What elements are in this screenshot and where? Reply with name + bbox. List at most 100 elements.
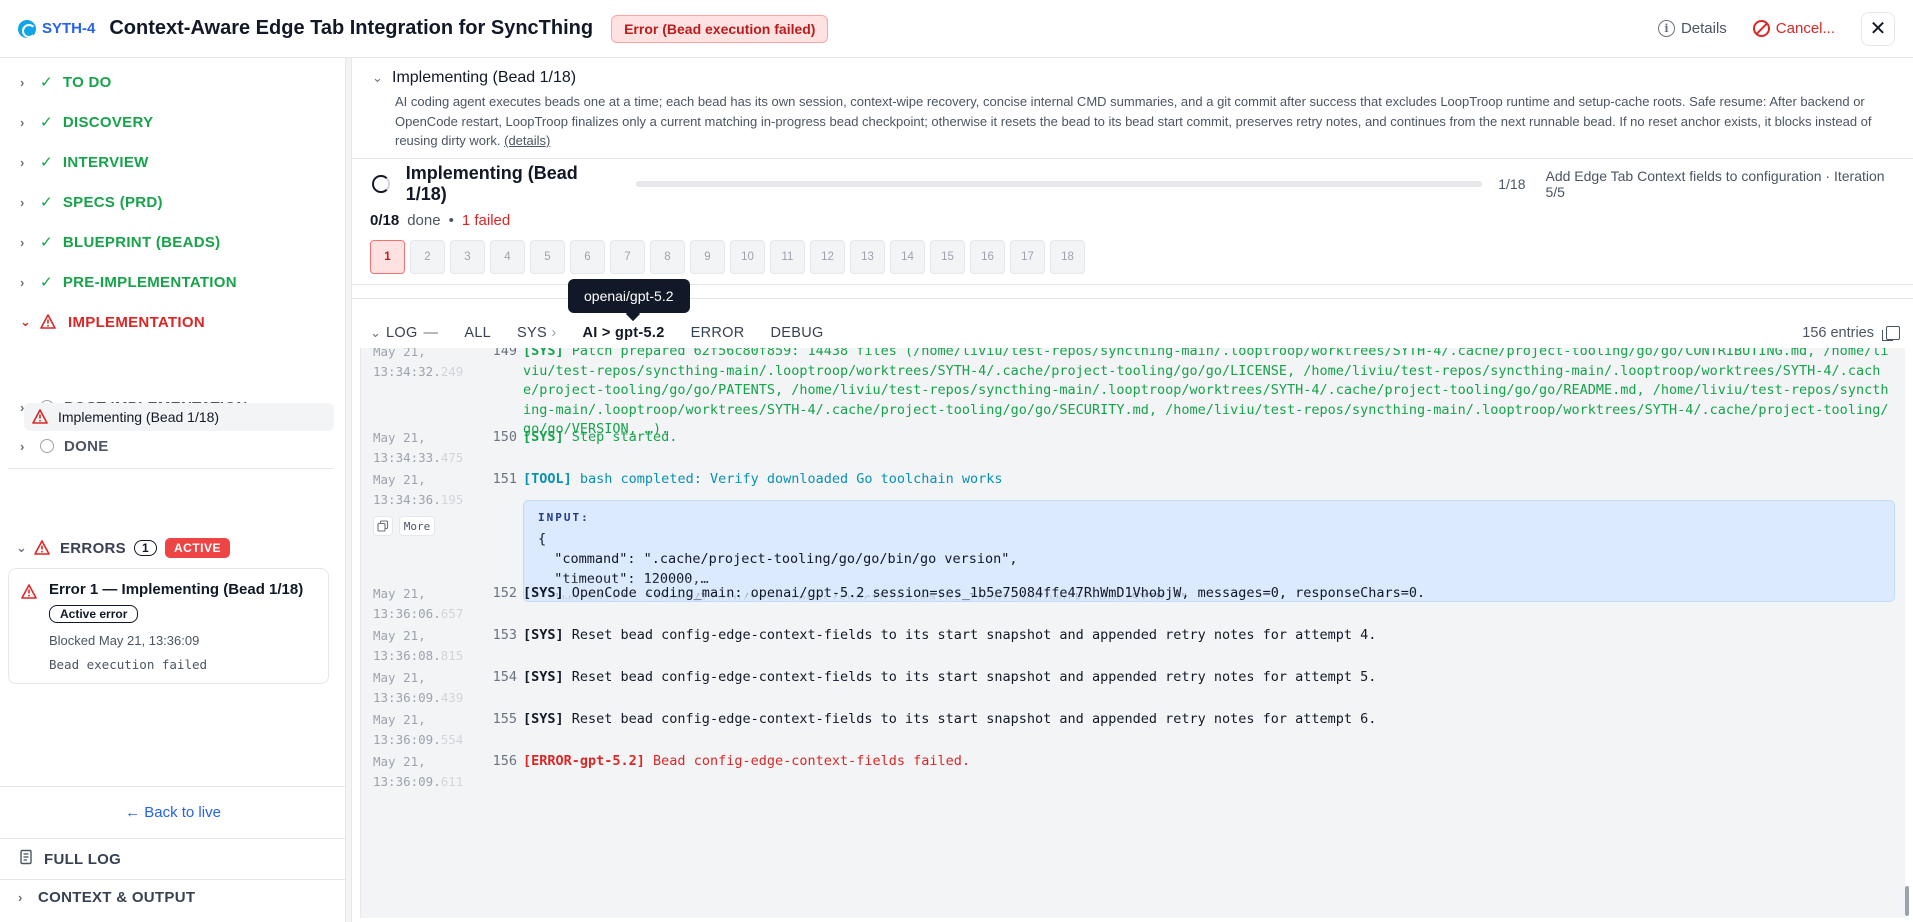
chevron-right-icon: ›	[20, 74, 25, 90]
bead-16[interactable]: 16	[970, 240, 1005, 274]
log-time: 13:36:06.657	[373, 604, 483, 624]
cancel-button[interactable]: Cancel...	[1752, 20, 1835, 37]
sidebar-item-blueprint-beads[interactable]: › ✓ BLUEPRINT (BEADS)	[20, 230, 220, 254]
log-date: May 21,	[373, 712, 426, 727]
bead-9[interactable]: 9	[690, 240, 725, 274]
full-log-button[interactable]: FULL LOG	[18, 849, 121, 869]
log-text: [SYS] Reset bead config-edge-context-fie…	[523, 668, 1895, 688]
log-line-number: 153	[492, 627, 517, 643]
progress-title: Implementing (Bead 1/18)	[405, 163, 578, 204]
bead-7[interactable]: 7	[610, 240, 645, 274]
log-toggle[interactable]: ⌄ LOG —	[370, 325, 438, 341]
error-message: Bead execution failed	[49, 657, 208, 672]
chevron-right-icon: ›	[20, 154, 25, 170]
check-icon: ✓	[40, 74, 53, 91]
implementation-section-header[interactable]: ⌄ Implementing (Bead 1/18)	[372, 69, 576, 87]
bead-1[interactable]: 1	[370, 240, 405, 274]
scrollbar-thumb[interactable]	[1905, 886, 1909, 916]
log-tag: [SYS]	[523, 585, 564, 601]
close-button[interactable]: ✕	[1861, 11, 1895, 46]
sidebar-item-discovery[interactable]: › ✓ DISCOVERY	[20, 110, 153, 134]
bead-summary: 0/18 done • 1 failed	[370, 212, 510, 229]
bead-17[interactable]: 17	[1010, 240, 1045, 274]
bead-11[interactable]: 11	[770, 240, 805, 274]
bead-18[interactable]: 18	[1050, 240, 1085, 274]
back-to-live-link[interactable]: ← Back to live	[0, 804, 346, 821]
tool-input-line: {	[538, 531, 547, 547]
ticket-id-label: SYTH-4	[42, 20, 96, 37]
sidebar-item-label: SPECS (PRD)	[62, 193, 163, 211]
bead-12[interactable]: 12	[810, 240, 845, 274]
error-card[interactable]: Error 1 — Implementing (Bead 1/18) Activ…	[8, 568, 329, 684]
sidebar-item-specs-prd[interactable]: › ✓ SPECS (PRD)	[20, 190, 163, 214]
log-list[interactable]: May 21, 13:34:32.249 149 [SYS] Patch prepar…	[360, 348, 1905, 918]
bead-2[interactable]: 2	[410, 240, 445, 274]
sidebar-item-to-do[interactable]: › ✓ TO DO	[20, 70, 112, 94]
log-date: May 21,	[373, 628, 426, 643]
bead-8[interactable]: 8	[650, 240, 685, 274]
sidebar-item-pre-implementation[interactable]: › ✓ PRE-IMPLEMENTATION	[20, 270, 237, 294]
context-output-button[interactable]: › CONTEXT & OUTPUT	[18, 889, 195, 906]
log-tag: [SYS]	[523, 669, 564, 685]
bead-5[interactable]: 5	[530, 240, 565, 274]
log-time-main: 13:36:09.	[373, 689, 441, 705]
log-time-main: 13:34:33.	[373, 449, 441, 465]
bead-15[interactable]: 15	[930, 240, 965, 274]
sidebar-subitem-implementing[interactable]: Implementing (Bead 1/18)	[24, 403, 334, 431]
log-text: [SYS] OpenCode coding_main: openai/gpt-5…	[523, 584, 1895, 604]
progress-bar	[636, 181, 1483, 187]
sidebar-item-done[interactable]: › DONE	[20, 434, 109, 458]
chevron-right-icon: ›	[20, 114, 25, 130]
log-time-ms: 475	[440, 449, 464, 465]
log-timestamp: May 21, 13:36:09.439	[373, 668, 483, 707]
copy-icon[interactable]	[1882, 326, 1900, 341]
copy-entry-button[interactable]	[373, 516, 393, 536]
model-tooltip: openai/gpt-5.2	[568, 279, 690, 313]
log-date: May 21,	[373, 472, 426, 487]
tab-ai-model[interactable]: AI > gpt-5.2	[582, 325, 664, 341]
tab-sys[interactable]: SYS ›	[517, 325, 556, 341]
tab-error[interactable]: ERROR	[691, 325, 745, 341]
log-timestamp: May 21, 13:34:32.249	[373, 348, 483, 381]
warning-icon	[34, 540, 52, 556]
check-icon: ✓	[40, 154, 53, 171]
tab-all[interactable]: ALL	[464, 325, 491, 341]
chevron-down-icon: ⌄	[370, 325, 382, 340]
log-time-ms: 554	[440, 731, 464, 747]
errors-section-header[interactable]: ⌄ ERRORS 1 ACTIVE	[16, 538, 230, 558]
details-button[interactable]: i Details	[1657, 20, 1727, 37]
log-text: [SYS] Patch prepared 62f56c80f859: 14438…	[523, 348, 1895, 440]
bead-13[interactable]: 13	[850, 240, 885, 274]
log-timestamp: May 21, 13:36:09.611	[373, 752, 483, 791]
tab-debug[interactable]: DEBUG	[770, 325, 823, 341]
bead-4[interactable]: 4	[490, 240, 525, 274]
progress-info: Add Edge Tab Context fields to configura…	[1545, 168, 1885, 200]
chevron-down-icon: ⌄	[16, 540, 28, 555]
log-tag: [ERROR-gpt-5.2]	[523, 753, 645, 769]
log-time: 13:36:09.554	[373, 730, 483, 750]
failed-count: 1 failed	[461, 212, 511, 229]
bullet: •	[448, 212, 454, 229]
log-date: May 21,	[373, 430, 426, 445]
bead-14[interactable]: 14	[890, 240, 925, 274]
bead-10[interactable]: 10	[730, 240, 765, 274]
warning-icon	[32, 409, 50, 425]
tab-sys-label: SYS	[517, 325, 547, 341]
details-link[interactable]: (details)	[504, 133, 550, 148]
log-text: [SYS] Step started.	[523, 428, 1895, 448]
sidebar-item-implementation[interactable]: ⌄ IMPLEMENTATION	[20, 310, 205, 334]
status-badge: Error (Bead execution failed)	[611, 14, 829, 43]
chevron-right-icon: ›	[20, 438, 25, 454]
log-tag: [SYS]	[523, 348, 564, 359]
log-message: Reset bead config-edge-context-fields to…	[563, 711, 1377, 727]
log-time-main: 13:36:09.	[373, 773, 441, 789]
log-message: Bead config-edge-context-fields failed.	[644, 753, 971, 769]
bead-3[interactable]: 3	[450, 240, 485, 274]
sidebar-item-interview[interactable]: › ✓ INTERVIEW	[20, 150, 149, 174]
bead-6[interactable]: 6	[570, 240, 605, 274]
more-button[interactable]: More	[399, 516, 435, 536]
ticket-id[interactable]: SYTH-4	[18, 19, 96, 38]
log-text: [TOOL] bash completed: Verify downloaded…	[523, 470, 1895, 490]
log-time-main: 13:34:36.	[373, 491, 441, 507]
log-time: 13:36:09.611	[373, 772, 483, 792]
